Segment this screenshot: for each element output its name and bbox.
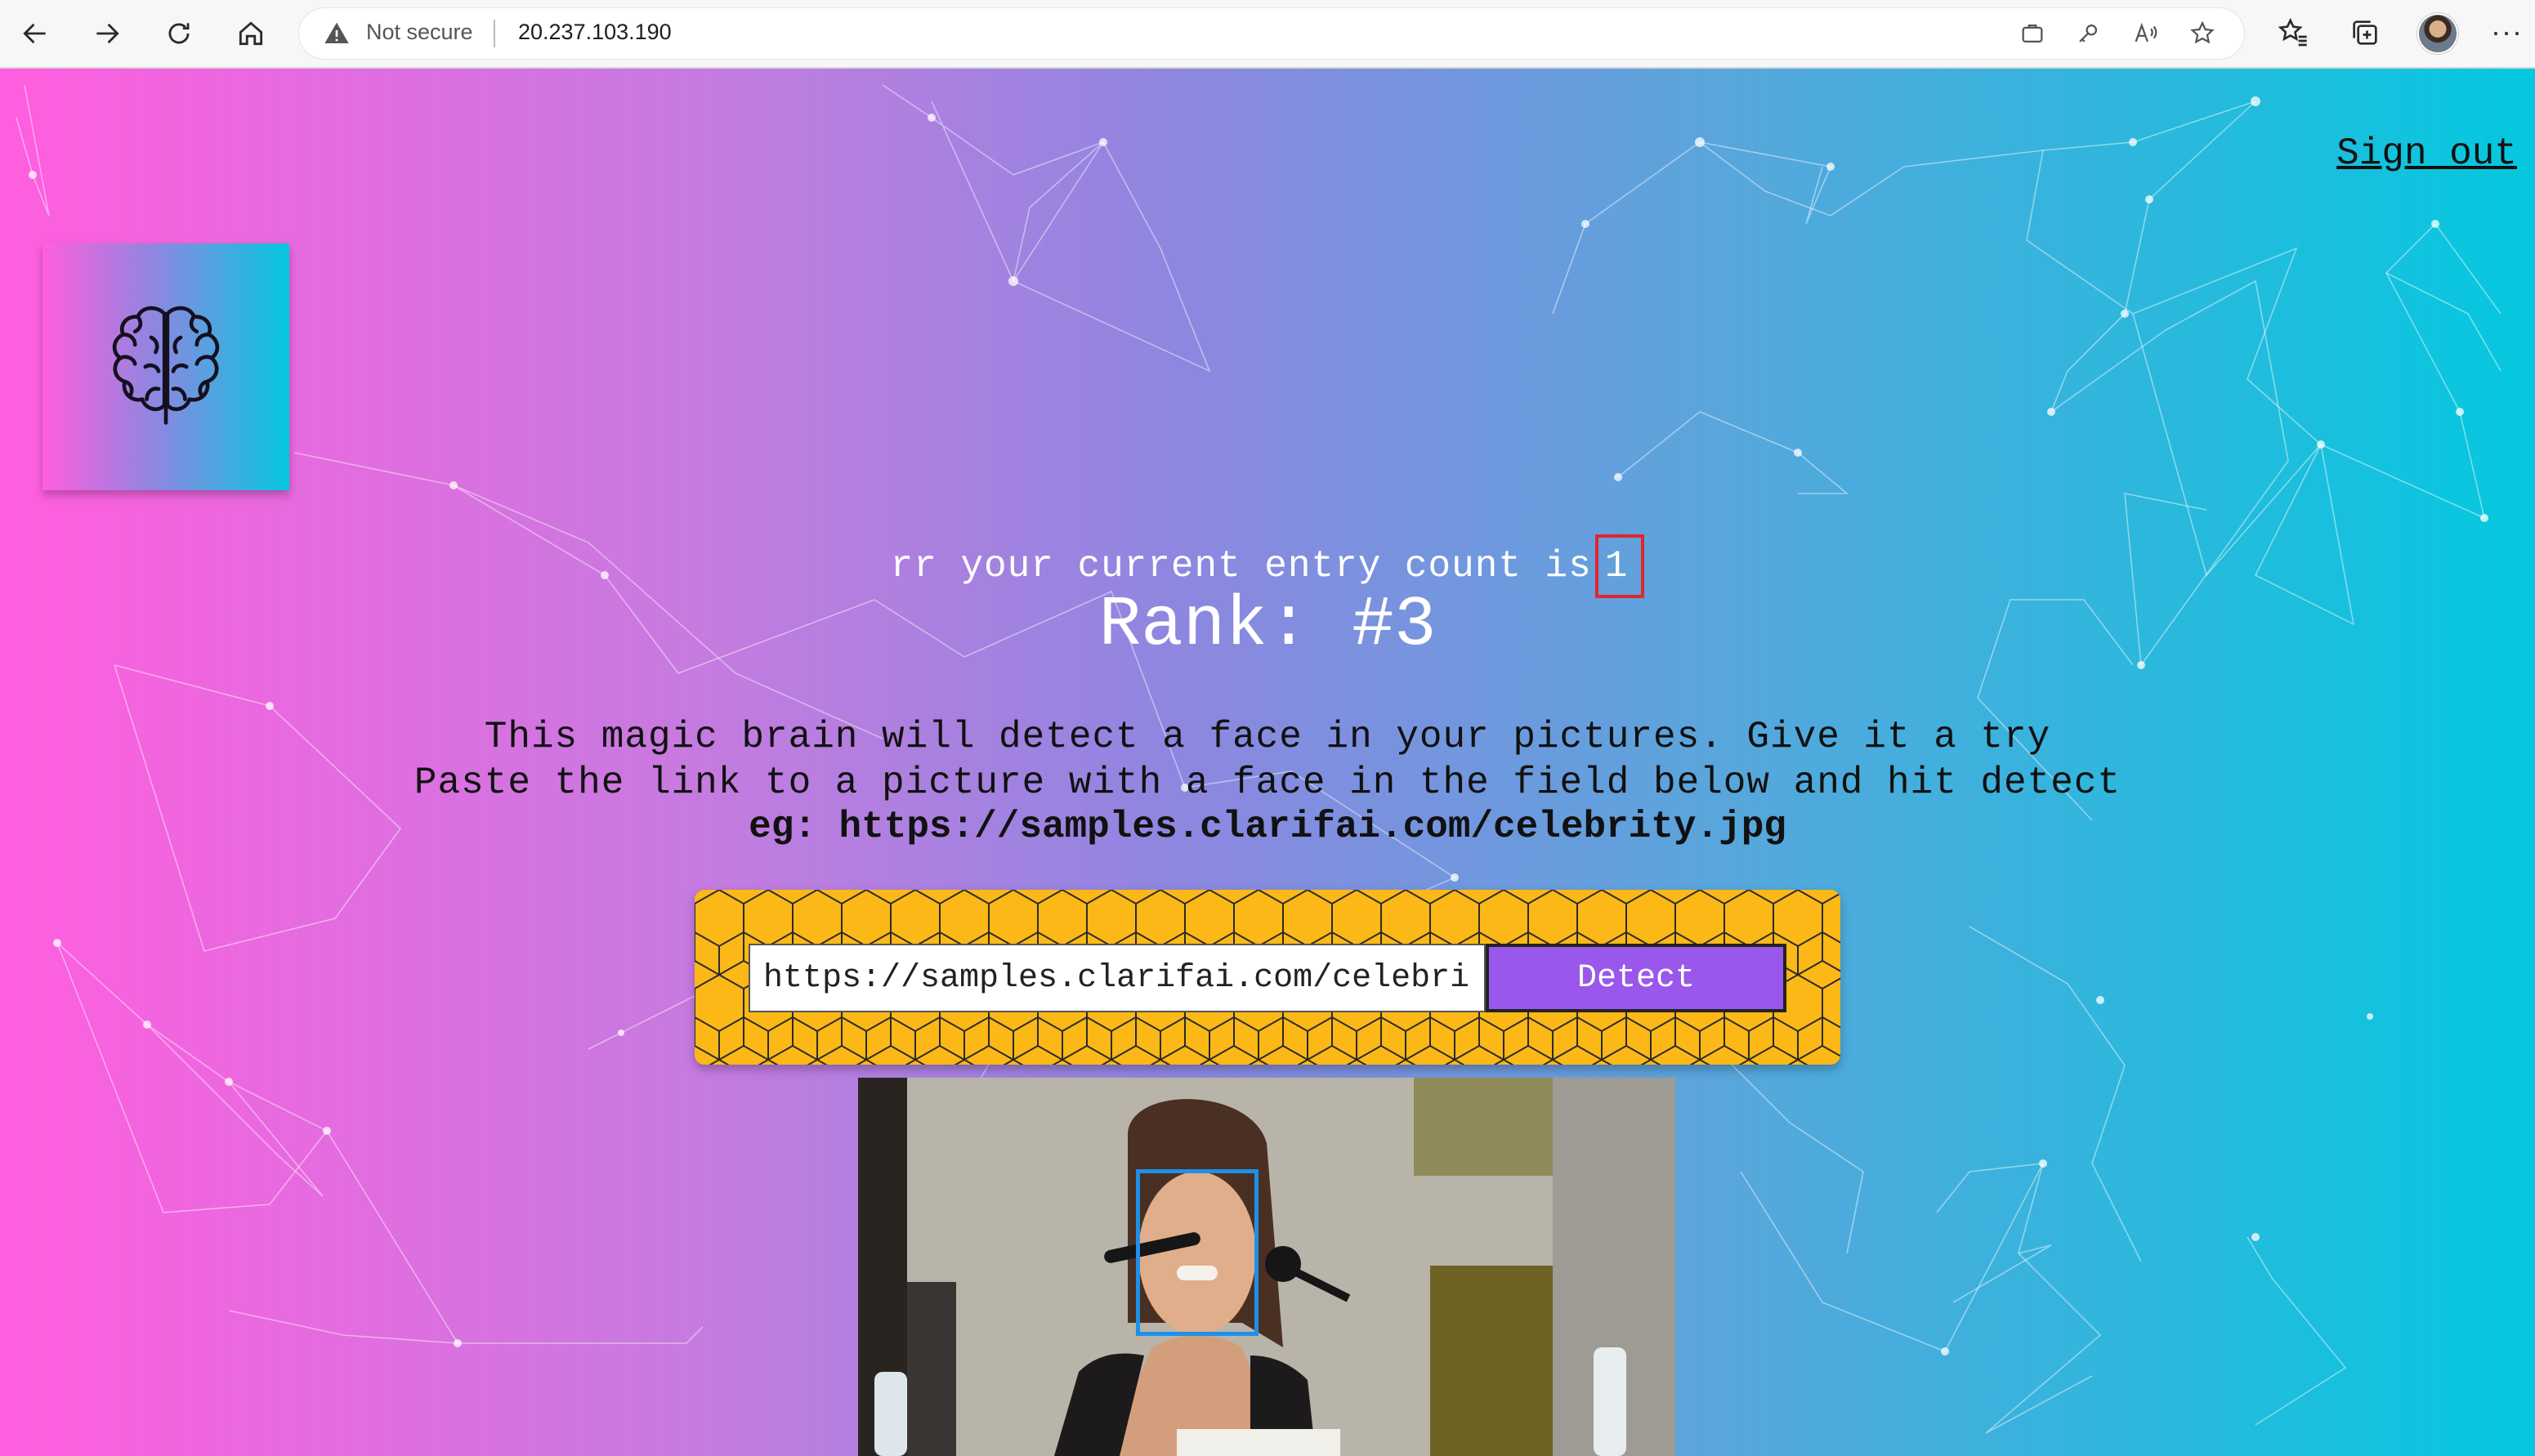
browser-toolbar: Not secure 20.237.103.190 ··· (0, 0, 2535, 69)
add-favorite-icon[interactable] (2189, 20, 2216, 47)
password-key-icon[interactable] (2074, 20, 2102, 47)
image-url-input[interactable] (749, 944, 1486, 1012)
forward-arrow-icon (96, 23, 119, 44)
rank-text: Rank: #3 (1098, 585, 1437, 665)
warning-icon[interactable] (324, 20, 350, 47)
url-text[interactable]: 20.237.103.190 (518, 20, 672, 45)
face-bounding-box (1136, 1169, 1259, 1336)
forward-button[interactable] (83, 10, 131, 57)
back-button[interactable] (11, 10, 59, 57)
app-available-icon[interactable] (2019, 20, 2046, 47)
read-aloud-icon[interactable] (2131, 20, 2159, 47)
image-link-form: Detect (695, 890, 1840, 1065)
security-status[interactable]: Not secure (366, 20, 473, 45)
greeting-label: rr your current entry count is (890, 545, 1592, 588)
result-image (858, 1078, 1675, 1456)
description-line-2: Paste the link to a picture with a face … (414, 761, 2121, 804)
profile-avatar[interactable] (2419, 15, 2457, 52)
logo (42, 243, 289, 490)
refresh-button[interactable] (155, 10, 203, 57)
description-line-1: This magic brain will detect a face in y… (484, 716, 2051, 758)
brain-icon (112, 306, 220, 425)
example-url-text: eg: https://samples.clarifai.com/celebri… (749, 806, 1786, 848)
address-bar[interactable]: Not secure 20.237.103.190 (299, 8, 2244, 59)
page-content: Sign out rr your current entry count is 1… (0, 69, 2535, 1456)
address-divider (494, 20, 495, 47)
refresh-icon (168, 23, 190, 44)
favorites-icon[interactable] (2277, 16, 2309, 49)
description: This magic brain will detect a face in y… (0, 714, 2535, 806)
settings-more-icon[interactable]: ··· (2491, 15, 2523, 49)
home-icon (239, 21, 263, 46)
sign-out-link[interactable]: Sign out (2336, 132, 2517, 175)
home-button[interactable] (227, 10, 275, 57)
detect-button[interactable]: Detect (1486, 944, 1786, 1012)
celebrity-photo (858, 1078, 1675, 1456)
back-arrow-icon (23, 23, 46, 44)
collections-icon[interactable] (2349, 16, 2381, 49)
